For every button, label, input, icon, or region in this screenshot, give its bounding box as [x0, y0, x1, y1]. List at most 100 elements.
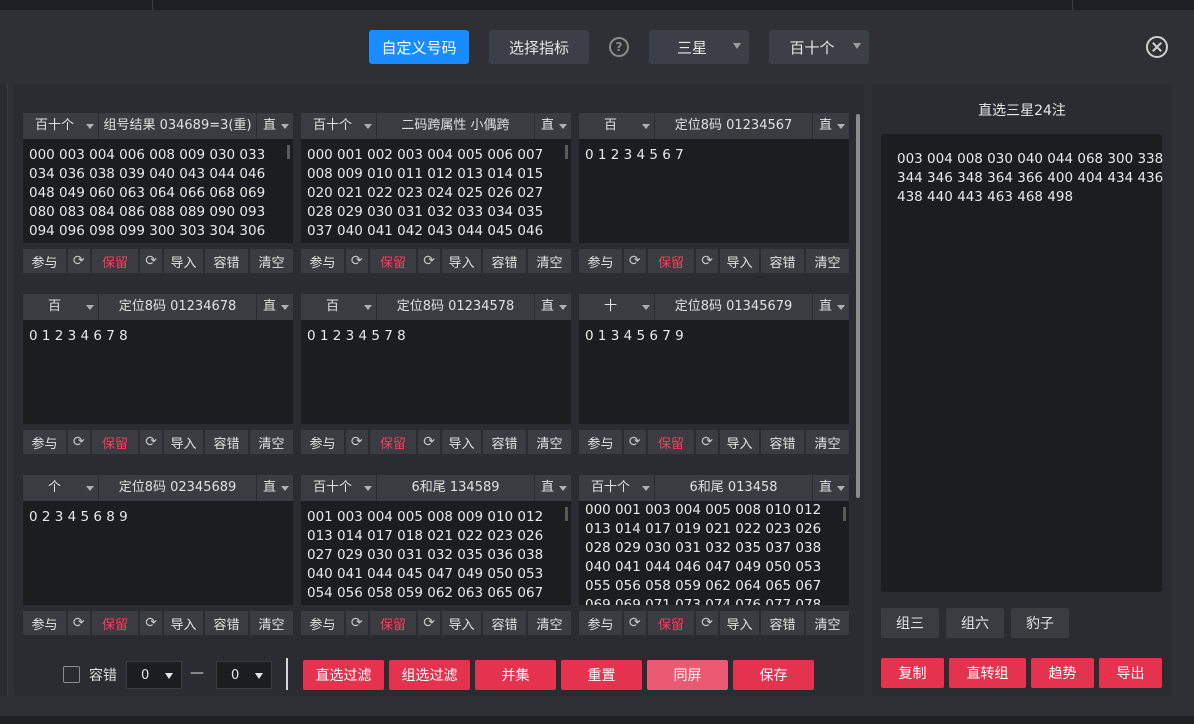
- direct-filter-button[interactable]: 直选过滤: [303, 660, 384, 690]
- refresh-icon[interactable]: ⟳: [140, 430, 162, 454]
- card-scrollbar[interactable]: [287, 145, 290, 159]
- close-icon[interactable]: [1146, 36, 1168, 58]
- card-numbers[interactable]: 0 1 3 4 5 6 7 9: [579, 320, 849, 424]
- import-button[interactable]: 导入: [719, 249, 759, 273]
- keep-button[interactable]: 保留: [647, 430, 695, 454]
- direct-select[interactable]: 直: [813, 113, 849, 139]
- refresh-icon[interactable]: ⟳: [418, 430, 440, 454]
- refresh-icon[interactable]: ⟳: [140, 249, 162, 273]
- card-numbers[interactable]: 0 1 2 3 4 5 7 8: [301, 320, 571, 424]
- import-button[interactable]: 导入: [719, 430, 759, 454]
- import-button[interactable]: 导入: [441, 249, 481, 273]
- import-button[interactable]: 导入: [441, 611, 481, 635]
- position-select[interactable]: 百十个: [23, 113, 99, 139]
- position-select[interactable]: 十: [579, 294, 655, 320]
- to-group-button[interactable]: 直转组: [949, 658, 1026, 688]
- position-select[interactable]: 百: [579, 113, 655, 139]
- tolerance-button[interactable]: 容错: [483, 249, 526, 273]
- save-button[interactable]: 保存: [733, 660, 814, 690]
- keep-button[interactable]: 保留: [369, 430, 417, 454]
- keep-button[interactable]: 保留: [91, 611, 139, 635]
- select-index-button[interactable]: 选择指标: [489, 30, 589, 64]
- keep-button[interactable]: 保留: [647, 611, 695, 635]
- zu3-button[interactable]: 组三: [881, 608, 939, 638]
- clear-button[interactable]: 清空: [806, 249, 849, 273]
- keep-button[interactable]: 保留: [647, 249, 695, 273]
- refresh-icon[interactable]: ⟳: [696, 249, 718, 273]
- position-select[interactable]: 百十个: [301, 475, 377, 501]
- card-numbers[interactable]: 001 003 004 005 008 009 010 012 013 014 …: [301, 501, 571, 605]
- reset-button[interactable]: 重置: [561, 660, 642, 690]
- join-button[interactable]: 参与: [579, 430, 622, 454]
- join-button[interactable]: 参与: [301, 430, 344, 454]
- card-numbers[interactable]: 000 001 003 004 005 008 010 012 013 014 …: [579, 501, 849, 605]
- clear-button[interactable]: 清空: [806, 430, 849, 454]
- tolerance-button[interactable]: 容错: [205, 430, 248, 454]
- direct-select[interactable]: 直: [535, 475, 571, 501]
- clear-button[interactable]: 清空: [250, 249, 293, 273]
- join-button[interactable]: 参与: [23, 430, 66, 454]
- refresh-icon[interactable]: ⟳: [696, 611, 718, 635]
- copy-button[interactable]: 复制: [881, 658, 944, 688]
- tolerance-button[interactable]: 容错: [761, 430, 804, 454]
- direct-select[interactable]: 直: [535, 294, 571, 320]
- clear-button[interactable]: 清空: [528, 611, 571, 635]
- refresh-icon[interactable]: ⟳: [140, 611, 162, 635]
- same-screen-button[interactable]: 同屏: [647, 660, 728, 690]
- tolerance-button[interactable]: 容错: [483, 430, 526, 454]
- join-button[interactable]: 参与: [23, 249, 66, 273]
- import-button[interactable]: 导入: [163, 249, 203, 273]
- clear-button[interactable]: 清空: [250, 611, 293, 635]
- refresh-icon[interactable]: ⟳: [418, 249, 440, 273]
- import-button[interactable]: 导入: [719, 611, 759, 635]
- join-button[interactable]: 参与: [579, 249, 622, 273]
- export-button[interactable]: 导出: [1099, 658, 1162, 688]
- zu6-button[interactable]: 组六: [946, 608, 1004, 638]
- direct-select[interactable]: 直: [813, 475, 849, 501]
- position-select[interactable]: 百十个: [769, 30, 869, 64]
- refresh-icon[interactable]: ⟳: [624, 611, 646, 635]
- position-select[interactable]: 百十个: [301, 113, 377, 139]
- card-scrollbar[interactable]: [843, 507, 846, 521]
- refresh-icon[interactable]: ⟳: [346, 611, 368, 635]
- position-select[interactable]: 个: [23, 475, 99, 501]
- keep-button[interactable]: 保留: [369, 249, 417, 273]
- cards-scrollbar[interactable]: [856, 114, 860, 498]
- direct-select[interactable]: 直: [257, 294, 293, 320]
- refresh-icon[interactable]: ⟳: [624, 430, 646, 454]
- import-button[interactable]: 导入: [441, 430, 481, 454]
- mode-select[interactable]: 三星: [649, 30, 749, 64]
- card-numbers[interactable]: 0 2 3 4 5 6 8 9: [23, 501, 293, 605]
- refresh-icon[interactable]: ⟳: [624, 249, 646, 273]
- clear-button[interactable]: 清空: [528, 249, 571, 273]
- refresh-icon[interactable]: ⟳: [696, 430, 718, 454]
- card-numbers[interactable]: 000 003 004 006 008 009 030 033 034 036 …: [23, 139, 293, 243]
- card-numbers[interactable]: 0 1 2 3 4 5 6 7: [579, 139, 849, 243]
- join-button[interactable]: 参与: [301, 249, 344, 273]
- tolerance-button[interactable]: 容错: [205, 611, 248, 635]
- card-scrollbar[interactable]: [565, 145, 568, 159]
- keep-button[interactable]: 保留: [369, 611, 417, 635]
- join-button[interactable]: 参与: [23, 611, 66, 635]
- refresh-icon[interactable]: ⟳: [68, 611, 90, 635]
- direct-select[interactable]: 直: [813, 294, 849, 320]
- tolerance-button[interactable]: 容错: [761, 249, 804, 273]
- tolerance-button[interactable]: 容错: [483, 611, 526, 635]
- direct-select[interactable]: 直: [535, 113, 571, 139]
- position-select[interactable]: 百: [301, 294, 377, 320]
- join-button[interactable]: 参与: [579, 611, 622, 635]
- refresh-icon[interactable]: ⟳: [346, 430, 368, 454]
- union-button[interactable]: 并集: [475, 660, 556, 690]
- clear-button[interactable]: 清空: [528, 430, 571, 454]
- refresh-icon[interactable]: ⟳: [346, 249, 368, 273]
- refresh-icon[interactable]: ⟳: [68, 249, 90, 273]
- direct-select[interactable]: 直: [257, 113, 293, 139]
- help-icon[interactable]: ?: [609, 37, 629, 57]
- keep-button[interactable]: 保留: [91, 249, 139, 273]
- baozi-button[interactable]: 豹子: [1011, 608, 1069, 638]
- trend-button[interactable]: 趋势: [1031, 658, 1094, 688]
- import-button[interactable]: 导入: [163, 430, 203, 454]
- group-filter-button[interactable]: 组选过滤: [389, 660, 470, 690]
- import-button[interactable]: 导入: [163, 611, 203, 635]
- card-scrollbar[interactable]: [565, 507, 568, 521]
